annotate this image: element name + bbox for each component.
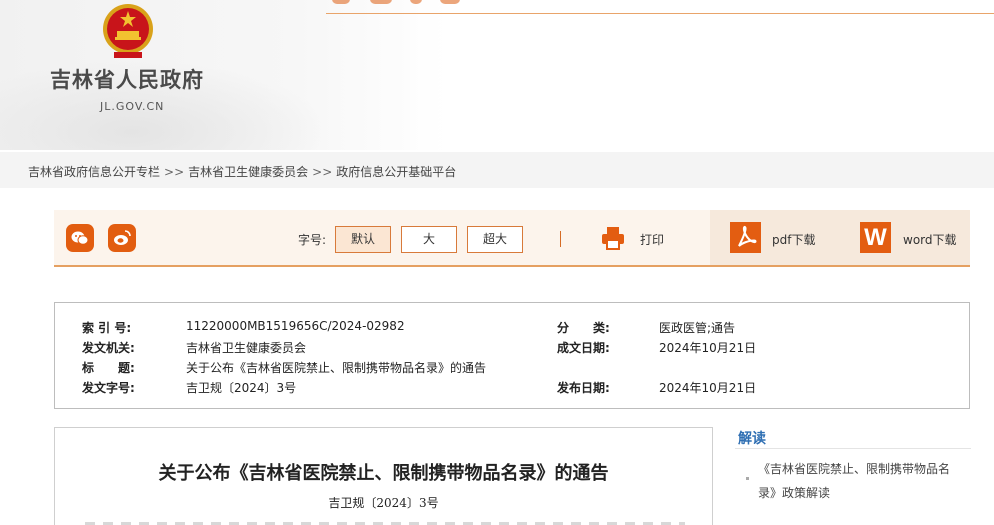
meta-publish-date-value: 2024年10月21日: [659, 381, 757, 395]
top-nav-fragment: [332, 0, 350, 4]
meta-issuer-key: 发文机关:: [82, 341, 135, 355]
policy-interpretation-link[interactable]: 《吉林省医院禁止、限制携带物品名录》政策解读: [758, 457, 958, 505]
font-size-xlarge-button[interactable]: 超大: [467, 226, 523, 253]
word-icon[interactable]: W: [860, 222, 891, 253]
font-size-label: 字号:: [298, 233, 327, 247]
word-download-button[interactable]: word下载: [903, 231, 957, 248]
meta-category-key: 分 类:: [557, 321, 610, 335]
site-domain: JL.GOV.CN: [100, 100, 165, 113]
print-button[interactable]: 打印: [640, 231, 664, 248]
breadcrumb-item-platform[interactable]: 政府信息公开基础平台: [336, 165, 456, 179]
top-nav-bar: [326, 0, 994, 14]
font-size-default-button[interactable]: 默认: [335, 226, 391, 253]
document-metadata-box: 索 引 号: 11220000MB1519656C/2024-02982 分 类…: [54, 302, 970, 409]
top-nav-fragment: [440, 0, 460, 4]
top-nav-fragment: [370, 0, 392, 4]
article-toolbar: 字号: 默认 大 超大 打印 pdf下载 W word下载: [54, 210, 970, 267]
sidebar-divider: [735, 448, 971, 449]
meta-date-written-value: 2024年10月21日: [659, 341, 757, 355]
pdf-download-button[interactable]: pdf下载: [772, 231, 815, 248]
pdf-icon[interactable]: [730, 222, 761, 253]
article-doc-number: 吉卫规〔2024〕3号: [328, 496, 439, 510]
sidebar-title: 解读: [738, 431, 766, 447]
article-panel: 关于公布《吉林省医院禁止、限制携带物品名录》的通告 吉卫规〔2024〕3号: [54, 427, 713, 525]
top-nav-fragment: [410, 0, 422, 4]
meta-index-key: 索 引 号:: [82, 321, 132, 335]
meta-category-value: 医政医管;通告: [659, 321, 736, 335]
meta-index-value: 11220000MB1519656C/2024-02982: [186, 319, 405, 333]
weibo-icon[interactable]: [108, 224, 136, 252]
article-title: 关于公布《吉林省医院禁止、限制携带物品名录》的通告: [158, 463, 609, 484]
breadcrumb: 吉林省政府信息公开专栏 >> 吉林省卫生健康委员会 >> 政府信息公开基础平台: [0, 152, 994, 188]
site-title: 吉林省人民政府: [50, 68, 204, 92]
breadcrumb-separator: >>: [312, 165, 333, 179]
font-size-large-button[interactable]: 大: [401, 226, 457, 253]
toolbar-divider: [560, 231, 561, 247]
breadcrumb-item-health-commission[interactable]: 吉林省卫生健康委员会: [188, 165, 308, 179]
meta-publish-date-key: 发布日期:: [557, 381, 610, 395]
breadcrumb-item-public-column[interactable]: 吉林省政府信息公开专栏: [28, 165, 160, 179]
meta-date-written-key: 成文日期:: [557, 341, 610, 355]
meta-issuer-value: 吉林省卫生健康委员会: [186, 341, 307, 355]
meta-title-key: 标 题:: [82, 361, 135, 375]
wechat-icon[interactable]: [66, 224, 94, 252]
breadcrumb-separator: >>: [164, 165, 185, 179]
list-bullet-icon: [746, 477, 749, 480]
national-emblem-icon: [103, 4, 153, 58]
printer-icon[interactable]: [600, 225, 626, 251]
meta-doc-no-key: 发文字号:: [82, 381, 135, 395]
meta-title-value: 关于公布《吉林省医院禁止、限制携带物品名录》的通告: [186, 361, 487, 375]
breadcrumb-trail: 吉林省政府信息公开专栏 >> 吉林省卫生健康委员会 >> 政府信息公开基础平台: [28, 163, 456, 180]
meta-doc-no-value: 吉卫规〔2024〕3号: [186, 381, 297, 395]
